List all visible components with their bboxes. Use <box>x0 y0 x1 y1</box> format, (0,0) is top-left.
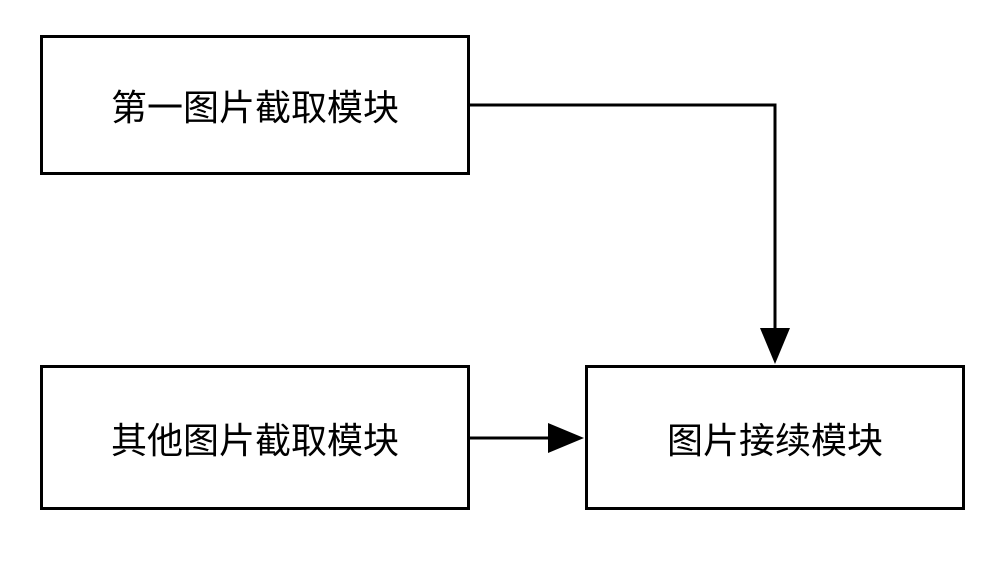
block-first-image-capture-label: 第一图片截取模块 <box>111 79 399 131</box>
block-other-image-capture-label: 其他图片截取模块 <box>111 412 399 464</box>
block-image-splice: 图片接续模块 <box>585 365 965 510</box>
block-image-splice-label: 图片接续模块 <box>667 412 883 464</box>
arrow-box1-to-box3 <box>470 105 775 358</box>
block-first-image-capture: 第一图片截取模块 <box>40 35 470 175</box>
block-other-image-capture: 其他图片截取模块 <box>40 365 470 510</box>
